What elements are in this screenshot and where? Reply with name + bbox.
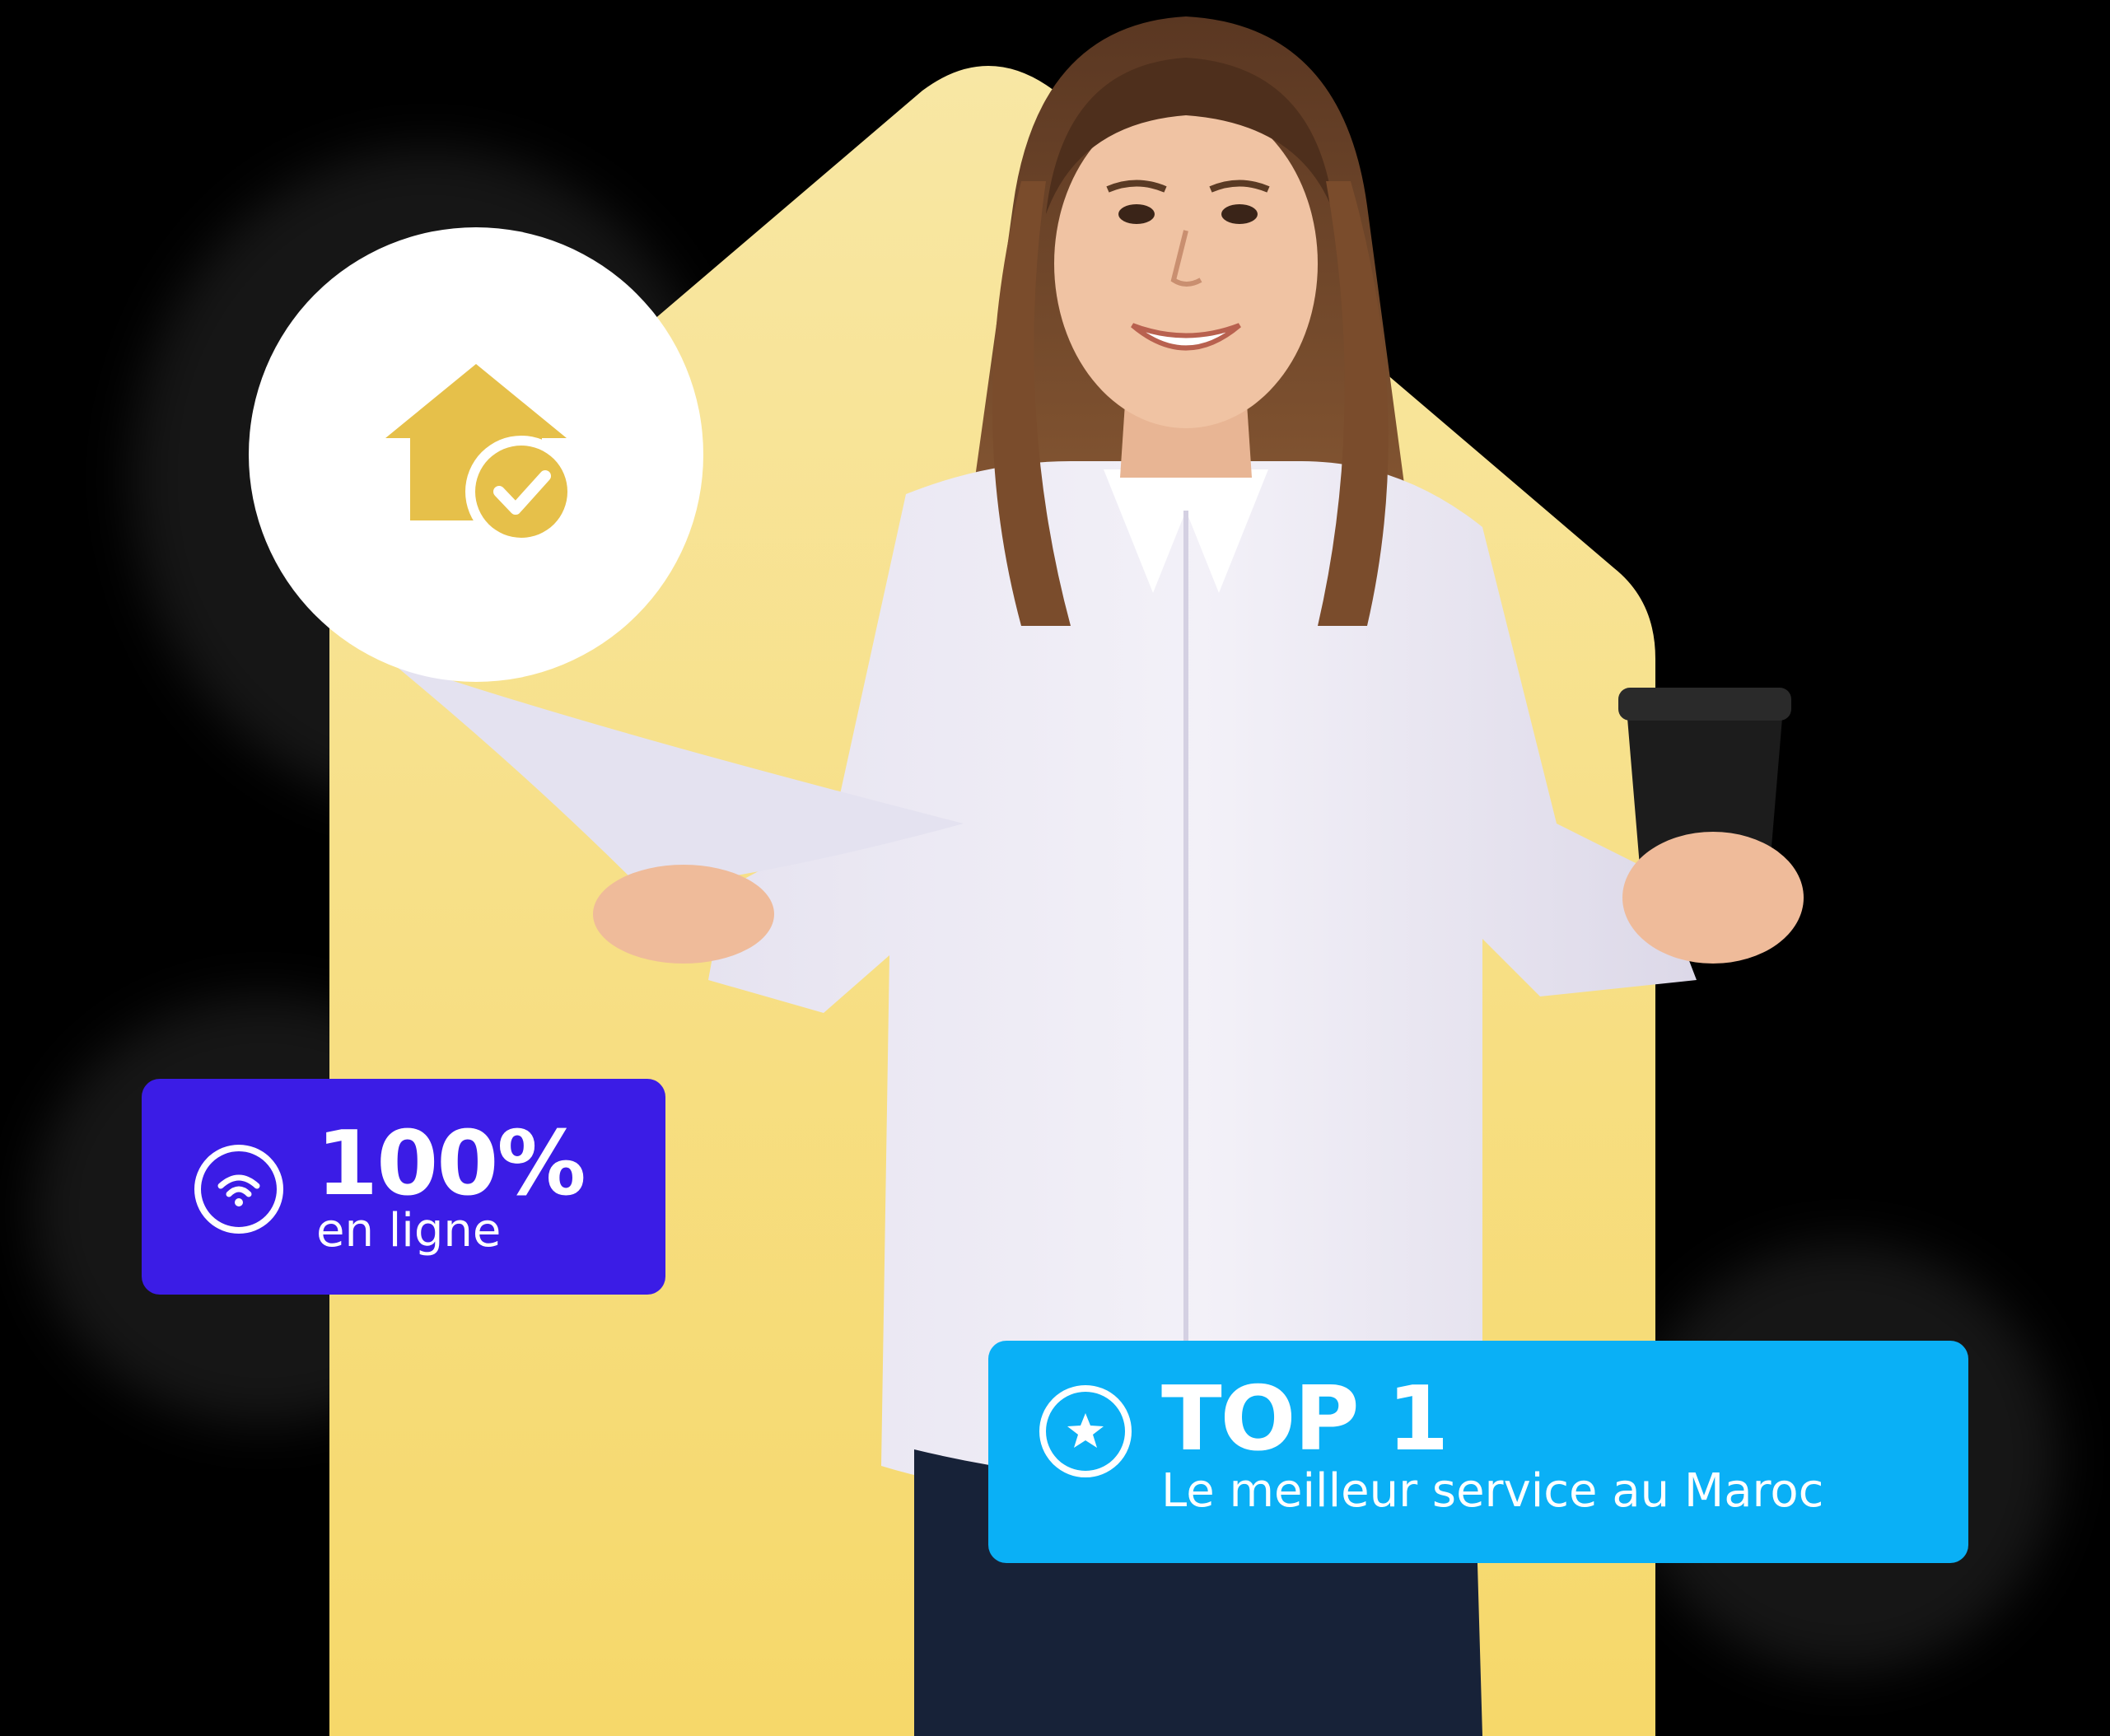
top-badge: TOP 1 Le meilleur service au Maroc [988,1341,1968,1563]
face [1054,99,1318,428]
online-badge-subtitle: en ligne [316,1204,502,1258]
home-check-badge [249,227,703,682]
top-badge-title: TOP 1 [1161,1368,1449,1471]
star-icon [1039,1385,1132,1477]
left-hand [593,865,774,964]
hero-illustration: 100% en ligne TOP 1 Le meilleur service … [0,0,2110,1736]
home-check-icon [385,364,577,548]
wifi-icon [194,1145,283,1234]
top-badge-subtitle: Le meilleur service au Maroc [1161,1464,1824,1518]
online-badge: 100% en ligne [142,1079,665,1295]
online-badge-title: 100% [316,1113,586,1216]
right-hand [1622,832,1804,964]
